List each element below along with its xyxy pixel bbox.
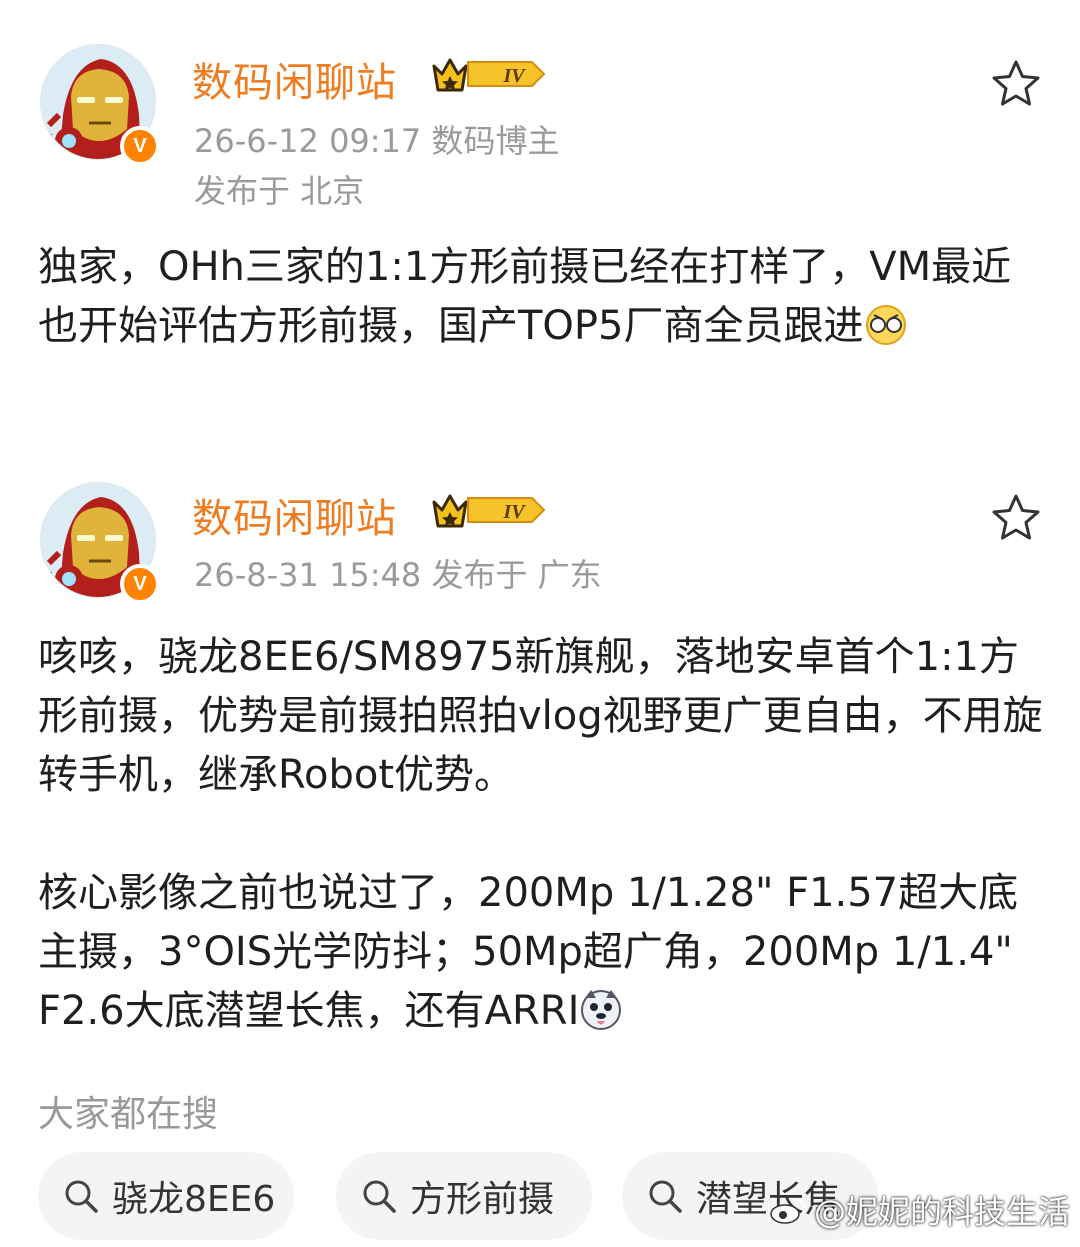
trending-search-title: 大家都在搜 [38,1094,219,1135]
grimace-emoji-icon [865,305,906,345]
post-text: 独家，OHh三家的1:1方形前摄已经在打样了，VM最近也开始评估方形前摄，国产T… [38,238,1048,356]
author-avatar[interactable]: V [40,482,160,604]
search-chip[interactable]: 方形前摄 [336,1152,592,1240]
weibo-logo-icon [770,1198,806,1224]
star-icon[interactable] [990,492,1042,544]
post-location: 发布于 北京 [194,172,365,210]
search-icon [649,1180,682,1213]
search-chip-label: 骁龙8EE6 [112,1179,276,1220]
husky-emoji-icon [581,990,622,1030]
post-timestamp: 26-6-12 09:17 数码博主 [194,122,560,160]
verified-badge: V [120,126,160,166]
post-timestamp: 26-8-31 15:48 发布于 广东 [194,556,602,594]
search-chip[interactable]: 骁龙8EE6 [38,1152,294,1240]
watermark: @妮妮的科技生活 [768,1187,1070,1233]
watermark-text: @妮妮的科技生活 [813,1193,1070,1231]
search-chip-label: 方形前摄 [410,1179,555,1220]
star-icon[interactable] [990,58,1042,110]
level-badge-text: IV [502,501,526,523]
level-badge-text: IV [502,65,526,87]
post-text: 咳咳，骁龙8EE6/SM8975新旗舰，落地安卓首个1:1方形前摄，优势是前摄拍… [38,628,1048,1041]
verified-badge: V [120,564,160,604]
crown-level-icon[interactable]: IV [428,488,548,532]
crown-level-icon[interactable]: IV [428,52,548,96]
post-text-content: 咳咳，骁龙8EE6/SM8975新旗舰，落地安卓首个1:1方形前摄，优势是前摄拍… [38,634,1043,1034]
author-avatar[interactable]: V [40,44,160,166]
search-icon [363,1180,396,1213]
search-icon [65,1180,98,1213]
author-name[interactable]: 数码闲聊站 [192,486,397,544]
author-name[interactable]: 数码闲聊站 [192,50,397,108]
